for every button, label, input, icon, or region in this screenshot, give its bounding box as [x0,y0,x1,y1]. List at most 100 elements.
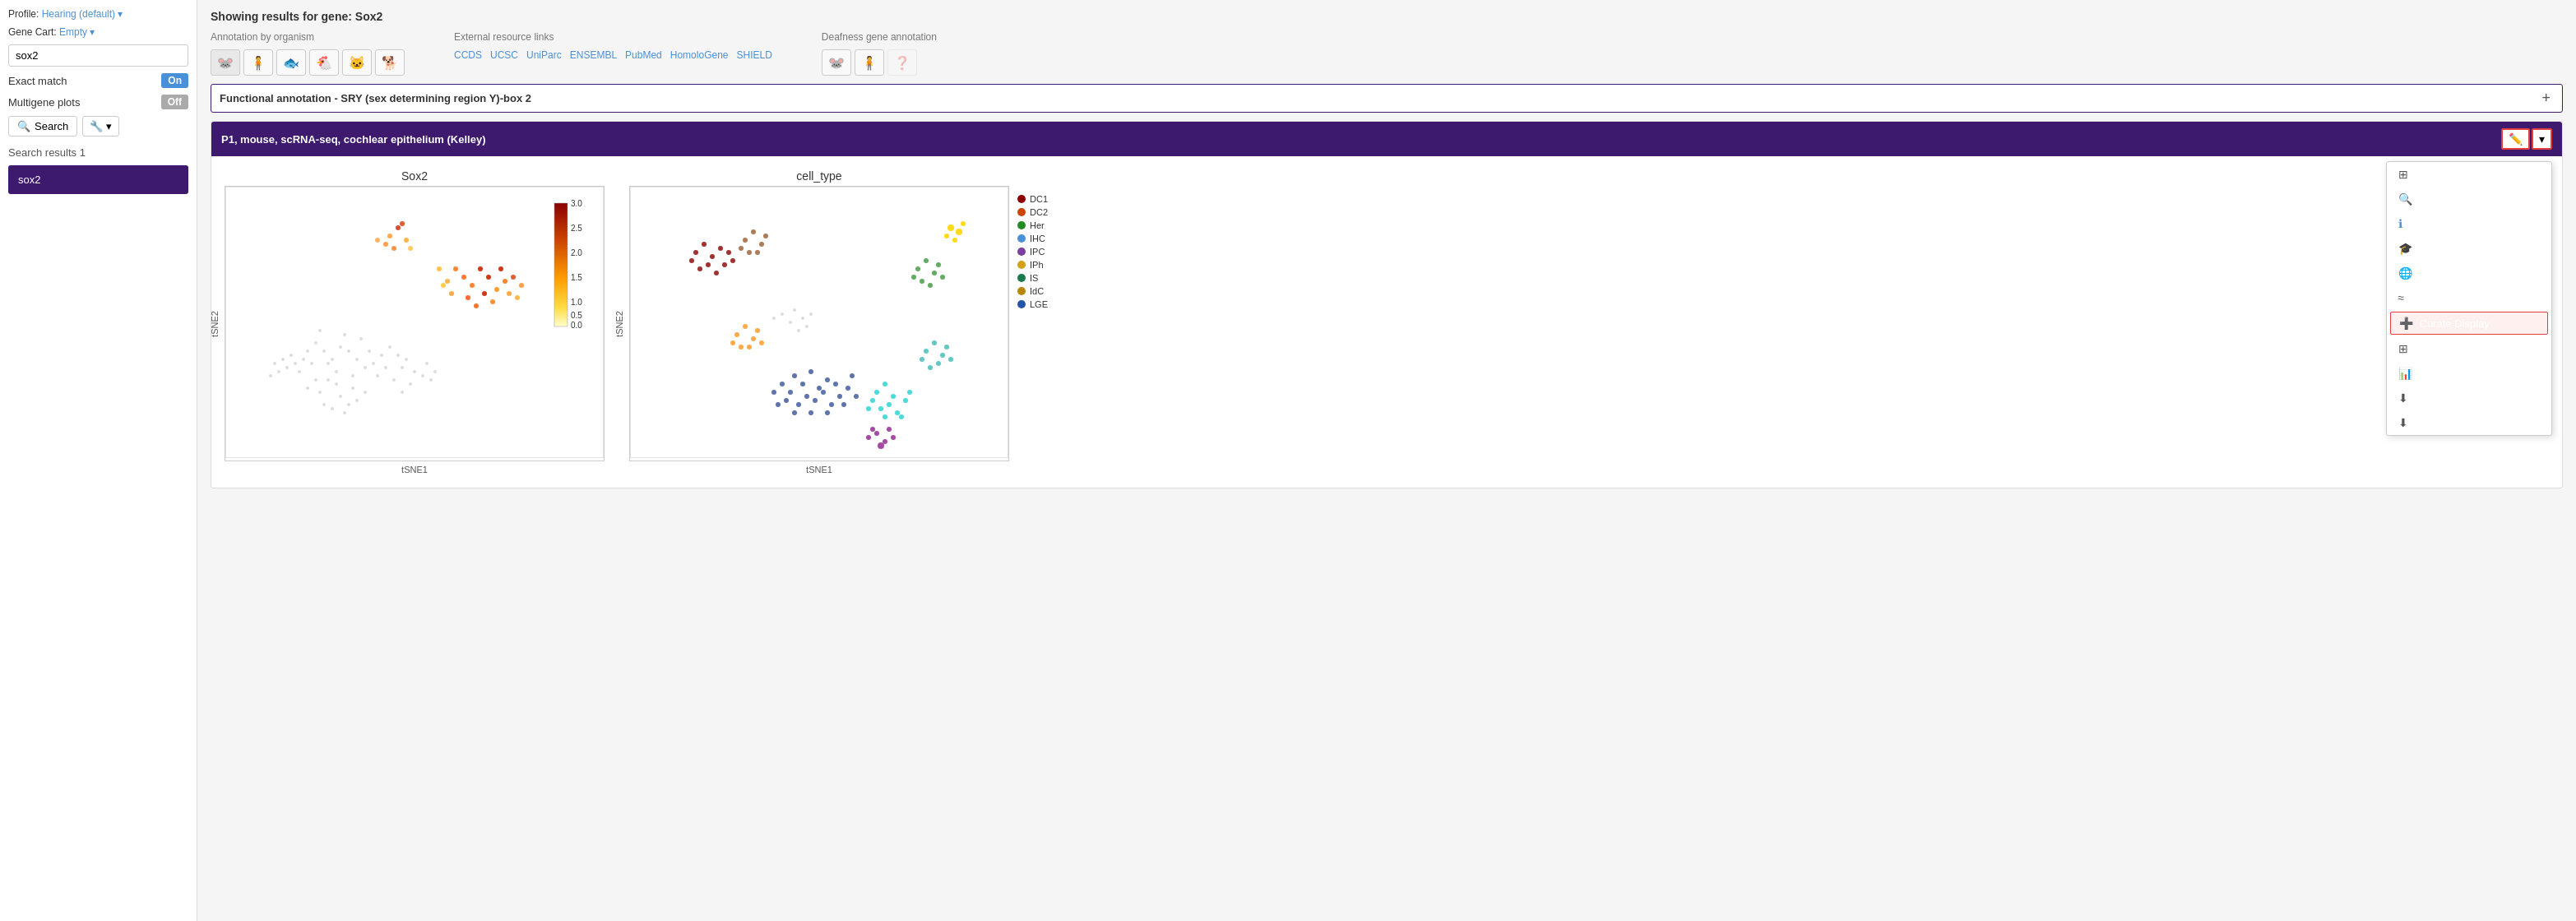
svg-point-172 [730,340,735,345]
svg-point-31 [409,382,412,386]
edit-button[interactable]: ✏️ [2501,128,2530,150]
dropdown-item-info[interactable]: ℹ Info [2387,211,2552,236]
svg-point-188 [944,345,949,349]
functional-annotation-bar: Functional annotation - SRY (sex determi… [211,84,2563,113]
compare-icon: ≈ [2398,291,2405,304]
sox2-scatter-svg: 3.0 2.5 2.0 1.5 1.0 0.5 0.0 [225,187,604,458]
svg-point-154 [793,308,796,312]
ext-link-ccds[interactable]: CCDS [454,49,482,61]
org-icon-chicken[interactable]: 🐔 [309,49,339,76]
exact-match-toggle[interactable]: On [161,73,188,88]
svg-point-66 [507,291,512,296]
dropdown-item-publication[interactable]: 🎓 Publication [2387,236,2552,261]
profile-link[interactable]: Hearing (default) ▾ [42,8,123,20]
svg-point-114 [808,410,813,415]
org-icon-cat[interactable]: 🐱 [342,49,372,76]
svg-point-53 [343,411,346,414]
svg-point-72 [515,295,520,300]
publication-icon: 🎓 [2398,242,2412,255]
svg-point-44 [269,374,272,377]
displays-label: Displays [2415,169,2455,181]
deaf-icon-mouse[interactable]: 🐭 [822,49,851,76]
svg-point-118 [891,394,896,399]
functional-annotation-plus-button[interactable]: + [2538,90,2554,107]
svg-point-184 [940,353,945,358]
profile-line: Profile: Hearing (default) ▾ [8,8,188,20]
publication-label: Publication [2419,243,2472,255]
legend-dot-her [1017,221,1026,229]
multigene-label: Multigene plots [8,96,80,109]
svg-point-62 [482,291,487,296]
ext-link-ucsc[interactable]: UCSC [490,49,518,61]
ext-link-uniparc[interactable]: UniParc [526,49,562,61]
svg-point-68 [445,279,450,284]
svg-point-10 [335,370,338,373]
multigene-toggle[interactable]: Off [161,95,188,109]
search-input[interactable] [8,44,188,67]
external-links-title: External resource links [454,31,772,43]
multigene-label: Multigene Viewer [2415,343,2496,355]
dropdown-item-curate[interactable]: ➕ Curate Display [2390,312,2549,335]
dropdown-item-geo[interactable]: 🌐 GEO entry [2387,261,2552,285]
gene-cart-link[interactable]: Empty ▾ [59,26,95,38]
ext-link-shield[interactable]: SHIELD [737,49,772,61]
svg-point-123 [903,398,908,403]
legend-panel: DC1 DC2 Her IHC [1017,169,1048,474]
ext-link-homologene[interactable]: HomoloGene [670,49,729,61]
dropdown-item-download-bundle[interactable]: ⬇ Download bundle [2387,386,2552,410]
svg-point-105 [780,382,785,386]
org-icon-mouse[interactable]: 🐭 [211,49,240,76]
download-h5ad-icon: ⬇ [2398,416,2408,429]
svg-point-96 [825,377,830,382]
ext-link-pubmed[interactable]: PubMed [625,49,662,61]
svg-point-140 [751,229,756,234]
svg-point-131 [718,246,723,251]
result-item-sox2[interactable]: sox2 [8,165,188,194]
legend-item-lge: LGE [1017,299,1048,309]
svg-point-125 [907,390,912,395]
svg-point-128 [693,250,698,255]
sox2-plot-wrapper: tSNE2 [225,186,605,461]
svg-point-115 [792,410,797,415]
dataset-header: P1, mouse, scRNA-seq, cochlear epitheliu… [211,122,2562,156]
tools-button[interactable]: 🔧 ▾ [82,116,119,137]
deaf-icon-human[interactable]: 🧍 [855,49,884,76]
dropdown-toggle-button[interactable]: ▾ [2532,128,2552,150]
svg-point-50 [318,391,322,394]
svg-point-142 [755,250,760,255]
svg-point-147 [924,258,929,263]
dropdown-item-scrna[interactable]: 📊 scRNA-Seq Analysis [2387,361,2552,386]
org-icon-dog[interactable]: 🐕 [375,49,405,76]
ext-link-ensembl[interactable]: ENSEMBL [570,49,617,61]
dropdown-item-compare[interactable]: ≈ Compare Gene Expression [2387,285,2552,310]
dropdown-item-download-h5ad[interactable]: ⬇ Download H5AD [2387,410,2552,435]
svg-point-130 [710,254,715,259]
view-label: View [2419,193,2442,206]
org-icon-fish[interactable]: 🐟 [276,49,306,76]
plots-area: Sox2 tSNE2 [211,156,2562,488]
svg-point-126 [899,414,904,419]
svg-point-25 [396,354,400,357]
geo-icon: 🌐 [2398,266,2412,280]
svg-point-180 [870,427,875,432]
dataset-title: P1, mouse, scRNA-seq, cochlear epitheliu… [221,133,486,146]
deaf-icon-unknown[interactable]: ❓ [887,49,917,76]
org-icon-human[interactable]: 🧍 [243,49,273,76]
svg-point-127 [883,414,887,419]
dropdown-menu: ⊞ Displays 🔍 View ℹ Info 🎓 [2386,161,2553,436]
svg-point-7 [343,333,346,336]
dropdown-item-multigene[interactable]: ⊞ Multigene Viewer [2387,336,2552,361]
external-links-section: External resource links CCDS UCSC UniPar… [454,31,772,61]
legend-dot-ihc [1017,234,1026,243]
svg-point-33 [401,391,404,394]
svg-point-110 [784,398,789,403]
svg-point-167 [734,332,739,337]
svg-point-58 [494,287,499,292]
svg-point-42 [277,370,280,373]
dropdown-item-view[interactable]: 🔍 View [2387,187,2552,211]
search-button[interactable]: 🔍 Search [8,116,77,137]
svg-point-178 [878,442,884,449]
dropdown-item-displays[interactable]: ⊞ Displays [2387,162,2552,187]
svg-point-158 [809,312,813,316]
svg-point-176 [883,439,887,444]
